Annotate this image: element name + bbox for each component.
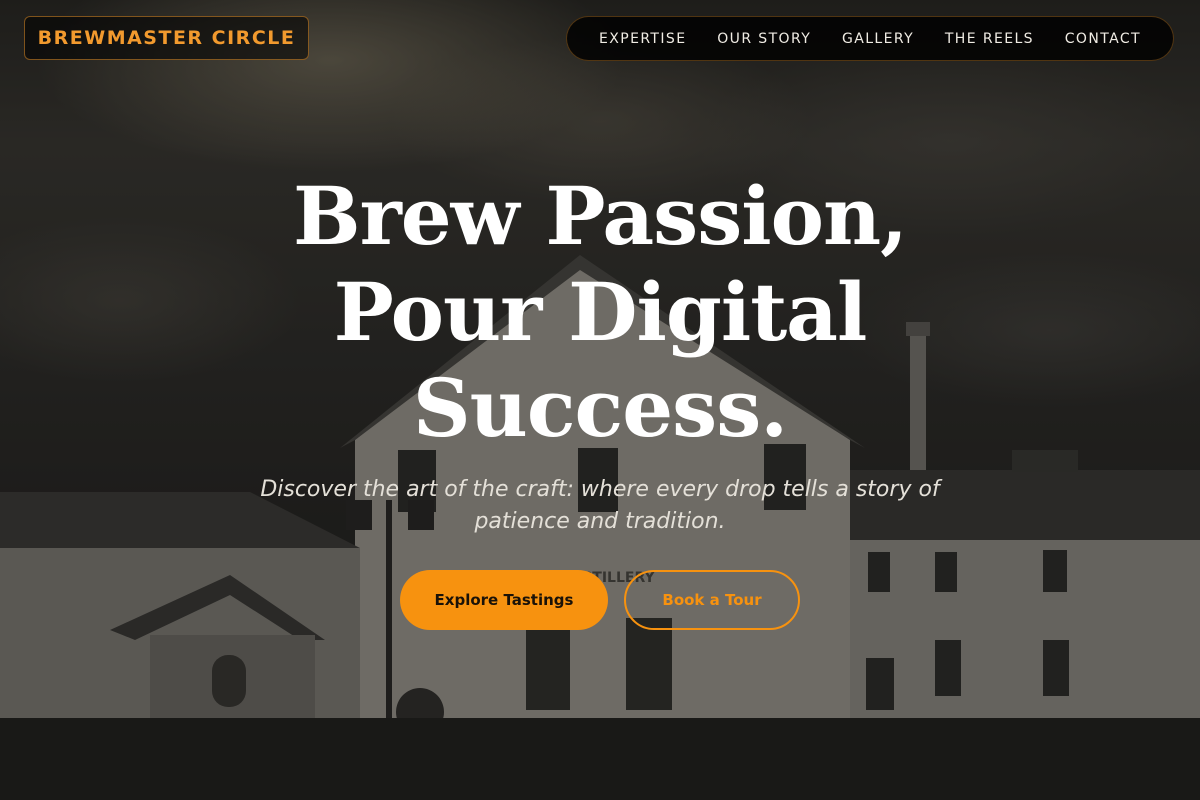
nav-item-gallery[interactable]: GALLERY — [842, 31, 914, 47]
main-nav: EXPERTISE OUR STORY GALLERY THE REELS CO… — [566, 16, 1174, 61]
brand-logo[interactable]: BREWMASTER CIRCLE — [24, 16, 309, 60]
explore-tastings-button[interactable]: Explore Tastings — [400, 570, 608, 630]
nav-item-contact[interactable]: CONTACT — [1065, 31, 1141, 47]
nav-item-expertise[interactable]: EXPERTISE — [599, 31, 686, 47]
nav-item-our-story[interactable]: OUR STORY — [717, 31, 811, 47]
hero-section: DISTILLERY BREWMASTER CIRCLE EXPERTISE O… — [0, 0, 1200, 800]
book-a-tour-button[interactable]: Book a Tour — [624, 570, 800, 630]
hero-headline: Brew Passion, Pour Digital Success. — [292, 169, 908, 455]
nav-item-the-reels[interactable]: THE REELS — [945, 31, 1034, 47]
hero-tagline: Discover the art of the craft: where eve… — [260, 477, 940, 534]
